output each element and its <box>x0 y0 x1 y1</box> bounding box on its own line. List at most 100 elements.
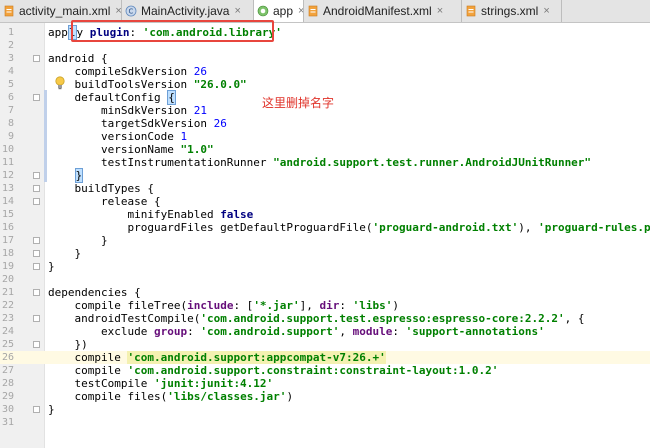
code-token: : <box>339 299 353 312</box>
code-line[interactable]: 28 testCompile 'junit:junit:4.12' <box>0 377 650 390</box>
string-token: "1.0" <box>180 143 214 156</box>
tab-label: MainActivity.java <box>141 4 230 18</box>
code-line[interactable]: 20 <box>0 273 650 286</box>
code-text: testInstrumentationRunner "android.suppo… <box>48 156 591 169</box>
code-line[interactable]: 23 androidTestCompile('com.android.suppo… <box>0 312 650 325</box>
string-token: 'support-annotations' <box>405 325 545 338</box>
code-line[interactable]: 15 minifyEnabled false <box>0 208 650 221</box>
close-icon[interactable]: × <box>543 5 549 17</box>
code-line[interactable]: 11 testInstrumentationRunner "android.su… <box>0 156 650 169</box>
line-number: 22 <box>1 300 14 311</box>
line-number: 8 <box>7 118 14 129</box>
code-line[interactable]: 5 buildToolsVersion "26.0.0" <box>0 78 650 91</box>
code-token: ) <box>392 299 400 312</box>
code-line[interactable]: 19} <box>0 260 650 273</box>
named-arg-token: group <box>153 325 188 338</box>
fold-marker-icon[interactable] <box>33 198 40 205</box>
java-class-icon: C <box>125 5 137 17</box>
code-line[interactable]: 30} <box>0 403 650 416</box>
code-token: ) <box>286 390 294 403</box>
string-token: 'com.android.support' <box>200 325 340 338</box>
code-line[interactable]: 17 } <box>0 234 650 247</box>
code-line[interactable]: 14 release { <box>0 195 650 208</box>
code-line[interactable]: 16 proguardFiles getDefaultProguardFile(… <box>0 221 650 234</box>
code-token: androidTestCompile( <box>48 312 201 325</box>
code-text: release { <box>48 195 161 208</box>
code-token: targetSdkVersion <box>48 117 214 130</box>
code-text: } <box>48 247 81 260</box>
tab-androidmanifest-xml[interactable]: AndroidManifest.xml × <box>304 0 462 22</box>
code-text: defaultConfig { <box>48 90 176 105</box>
code-line[interactable]: 9 versionCode 1 <box>0 130 650 143</box>
fold-marker-icon[interactable] <box>33 55 40 62</box>
code-line[interactable]: 10 versionName "1.0" <box>0 143 650 156</box>
tab-label: strings.xml <box>481 4 539 18</box>
code-line[interactable]: 13 buildTypes { <box>0 182 650 195</box>
code-text: exclude group: 'com.android.support', mo… <box>48 325 545 338</box>
tab-strings-xml[interactable]: strings.xml × <box>462 0 562 22</box>
code-token: }) <box>48 338 88 351</box>
code-token: app <box>48 26 68 39</box>
fold-marker-icon[interactable] <box>33 94 40 101</box>
string-token: "26.0.0" <box>193 78 247 91</box>
line-number: 12 <box>1 170 14 181</box>
code-line[interactable]: 3 android { <box>0 52 650 65</box>
code-text: buildToolsVersion "26.0.0" <box>48 78 247 91</box>
close-icon[interactable]: × <box>115 5 121 17</box>
fold-marker-icon[interactable] <box>33 406 40 413</box>
code-text: } <box>48 234 108 247</box>
fold-marker-icon[interactable] <box>33 341 40 348</box>
fold-marker-icon[interactable] <box>33 263 40 270</box>
code-line[interactable]: 25 }) <box>0 338 650 351</box>
code-line[interactable]: 29 compile files('libs/classes.jar') <box>0 390 650 403</box>
highlighted-string-token: 'com.android.support:appcompat-v7:26.+' <box>127 351 386 364</box>
fold-marker-icon[interactable] <box>33 315 40 322</box>
code-line[interactable]: 31 <box>0 416 650 429</box>
code-line[interactable]: 22 compile fileTree(include: ['*.jar'], … <box>0 299 650 312</box>
code-line[interactable]: 26 compile 'com.android.support:appcompa… <box>0 351 650 364</box>
tab-activity-main-xml[interactable]: activity_main.xml × <box>0 0 122 22</box>
code-token: : <box>392 325 406 338</box>
line-number: 27 <box>1 365 14 376</box>
code-line[interactable]: 27 compile 'com.android.support.constrai… <box>0 364 650 377</box>
code-text: } <box>48 260 55 273</box>
named-arg-token: dir <box>319 299 340 312</box>
fold-marker-icon[interactable] <box>33 185 40 192</box>
string-token: 'proguard-rules.pro' <box>538 221 650 234</box>
code-token: proguardFiles getDefaultProguardFile( <box>48 221 373 234</box>
tab-label: AndroidManifest.xml <box>323 4 432 18</box>
code-line[interactable]: 18 } <box>0 247 650 260</box>
code-token: , <box>339 325 353 338</box>
code-line[interactable]: 8 targetSdkVersion 26 <box>0 117 650 130</box>
line-number: 3 <box>7 53 14 64</box>
close-icon[interactable]: × <box>234 5 240 17</box>
code-text: } <box>48 168 84 183</box>
tab-label: app <box>273 4 294 18</box>
line-number: 11 <box>1 157 14 168</box>
code-token: versionCode <box>48 130 181 143</box>
code-text: minifyEnabled false <box>48 208 253 221</box>
fold-marker-icon[interactable] <box>33 289 40 296</box>
code-text: compile 'com.android.support.constraint:… <box>48 364 498 377</box>
code-text: compileSdkVersion 26 <box>48 65 206 78</box>
code-token: defaultConfig <box>48 91 168 104</box>
fold-marker-icon[interactable] <box>33 172 40 179</box>
code-line[interactable]: 4 compileSdkVersion 26 <box>0 65 650 78</box>
fold-marker-icon[interactable] <box>33 250 40 257</box>
code-text: testCompile 'junit:junit:4.12' <box>48 377 273 390</box>
string-token: '*.jar' <box>253 299 300 312</box>
line-number: 24 <box>1 326 14 337</box>
code-token: exclude <box>48 325 154 338</box>
tab-app[interactable]: app × <box>254 0 304 22</box>
tab-mainactivity-java[interactable]: C MainActivity.java × <box>122 0 254 22</box>
xml-file-icon <box>307 5 319 17</box>
code-line[interactable]: 24 exclude group: 'com.android.support',… <box>0 325 650 338</box>
code-line[interactable]: 21 dependencies { <box>0 286 650 299</box>
code-line[interactable]: 12 } <box>0 168 650 183</box>
fold-marker-icon[interactable] <box>33 237 40 244</box>
lightbulb-icon[interactable] <box>54 75 66 90</box>
code-token: : [ <box>233 299 254 312</box>
close-icon[interactable]: × <box>437 5 443 17</box>
code-token: compileSdkVersion <box>48 65 194 78</box>
